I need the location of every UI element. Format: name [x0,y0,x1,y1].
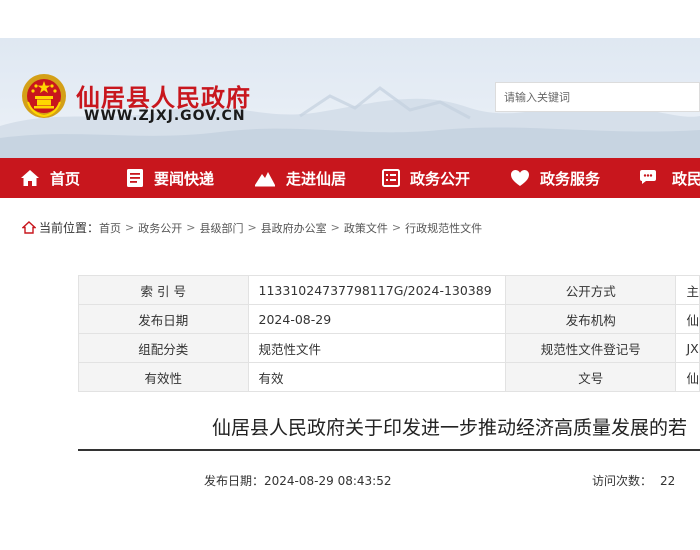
nav-label: 政民 [672,169,700,188]
publish-date-label: 发布日期： [204,474,265,488]
nav-label: 政务公开 [410,169,471,188]
search-box[interactable] [495,82,700,112]
table-row: 组配分类 规范性文件 规范性文件登记号 JX [78,333,700,363]
title-divider [78,449,700,451]
breadcrumb: 当前位置： 首页 > 政务公开 > 县级部门 > 县政府办公室 > 政策文件 >… [22,219,482,236]
heart-icon [511,170,529,186]
list-icon [382,169,400,187]
table-row: 发布日期 2024-08-29 发布机构 仙 [78,304,700,334]
meta-value: 主 [675,275,700,305]
visit-count: 访问次数： 22 [592,472,675,489]
meta-value: 规范性文件 [247,333,506,363]
nav-item-news[interactable]: 要闻快递 [126,158,214,198]
publish-date-value: 2024-08-29 08:43:52 [264,474,392,488]
breadcrumb-link[interactable]: 行政规范性文件 [405,220,482,236]
meta-value: 2024-08-29 [247,304,506,334]
meta-key: 发布日期 [78,304,249,334]
breadcrumb-label: 当前位置： [39,221,100,235]
document-meta-table: 索 引 号 11331024737798117G/2024-130389 公开方… [78,275,700,392]
visit-count-value: 22 [660,474,676,488]
national-emblem-icon [22,74,66,118]
meta-key: 有效性 [78,362,249,392]
breadcrumb-link[interactable]: 县级部门 [199,220,243,236]
meta-key: 规范性文件登记号 [504,333,677,363]
meta-key: 索 引 号 [78,275,249,305]
breadcrumb-link[interactable]: 政策文件 [344,220,388,236]
meta-value: 有效 [247,362,506,392]
nav-item-open-gov[interactable]: 政务公开 [382,158,470,198]
meta-key: 文号 [504,362,677,392]
search-input[interactable] [496,83,684,111]
breadcrumb-separator: > [391,221,402,234]
meta-value: 仙 [675,362,700,392]
document-title: 仙居县人民政府关于印发进一步推动经济高质量发展的若 [212,417,688,439]
nav-label: 首页 [50,169,81,188]
breadcrumb-link[interactable]: 政务公开 [138,220,182,236]
breadcrumb-separator: > [125,221,135,234]
visit-count-label: 访问次数： [592,474,653,488]
top-strip [0,0,700,38]
site-url[interactable]: WWW.ZJXJ.GOV.CN [84,108,246,124]
mountain-icon [255,172,275,187]
breadcrumb-separator: > [330,221,340,234]
table-row: 有效性 有效 文号 仙 [78,362,700,392]
meta-key: 公开方式 [504,275,677,305]
home-icon [21,170,39,186]
publish-date: 发布日期：2024-08-29 08:43:52 [204,472,391,489]
home-icon [22,221,36,234]
nav-item-home[interactable]: 首页 [20,158,80,198]
breadcrumb-link[interactable]: 首页 [99,220,121,236]
nav-item-services[interactable]: 政务服务 [510,158,600,198]
breadcrumb-link[interactable]: 县政府办公室 [261,220,327,236]
main-nav: 首页 要闻快递 走进仙居 政务公开 政务服务 政民 [0,158,700,198]
site-header: 仙居县人民政府 WWW.ZJXJ.GOV.CN [0,38,700,158]
meta-value: JX [675,333,700,363]
nav-item-about[interactable]: 走进仙居 [254,158,346,198]
chat-icon [640,170,656,184]
meta-key: 组配分类 [78,333,249,363]
nav-item-interaction[interactable]: 政民 [638,158,700,198]
breadcrumb-separator: > [186,221,196,234]
document-icon [127,169,143,187]
table-row: 索 引 号 11331024737798117G/2024-130389 公开方… [78,275,700,305]
meta-value: 11331024737798117G/2024-130389 [247,275,506,305]
nav-label: 要闻快递 [154,169,215,188]
nav-label: 走进仙居 [286,169,347,188]
breadcrumb-separator: > [247,221,257,234]
meta-key: 发布机构 [504,304,677,334]
nav-label: 政务服务 [540,169,601,188]
meta-value: 仙 [675,304,700,334]
